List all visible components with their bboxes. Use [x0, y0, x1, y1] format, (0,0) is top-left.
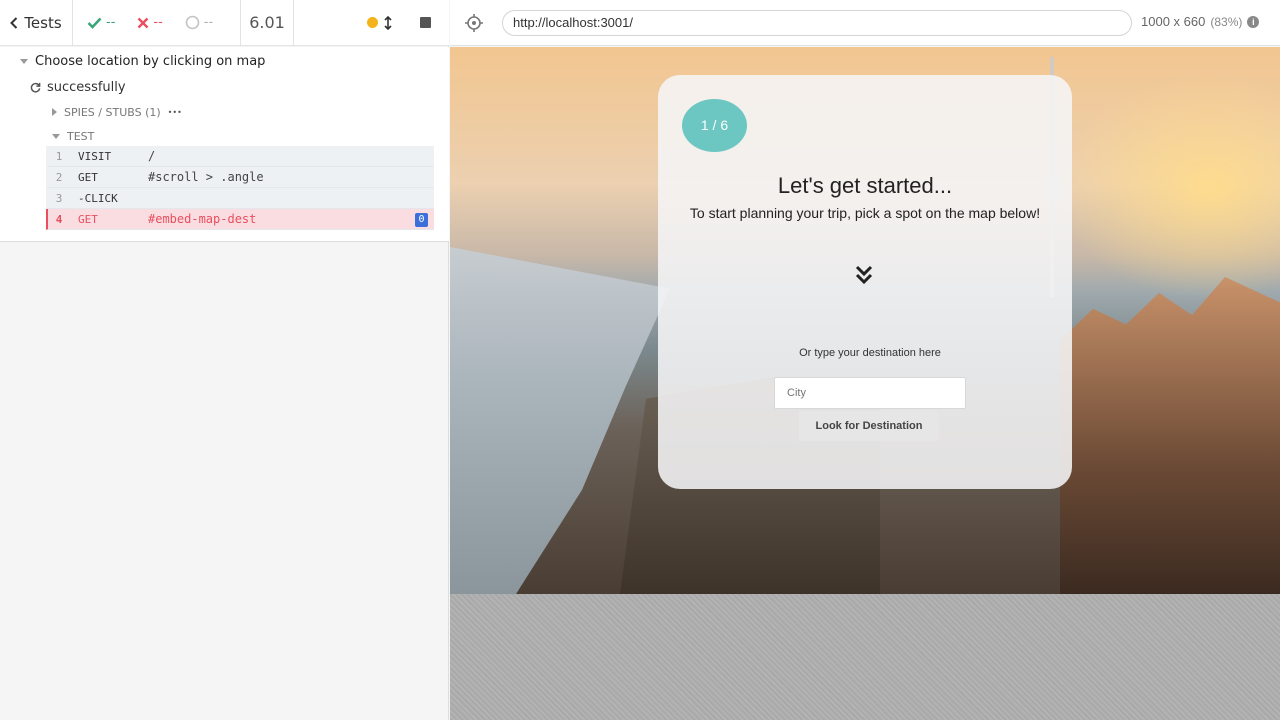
viewport-info: 1000 x 660 (83%) i	[1141, 14, 1260, 29]
duration: 6.01	[241, 0, 294, 45]
element-count-badge: 0	[415, 213, 428, 227]
suite-title-row[interactable]: Choose location by clicking on map	[20, 50, 265, 72]
failed-count: --	[153, 15, 163, 30]
crosshair-icon[interactable]	[464, 13, 484, 33]
double-chevron-down-icon[interactable]	[854, 263, 874, 287]
onboarding-card: 1 / 6 Let's get started... To start plan…	[658, 75, 1072, 489]
auto-scroll-toggle-icon[interactable]	[384, 15, 392, 30]
reporter-panel: Tests -- -- -- 6.01 Choose location by c…	[0, 0, 449, 720]
spies-stubs-row[interactable]: SPIES / STUBS (1) •••	[52, 101, 182, 123]
command-name: VISIT	[78, 149, 112, 163]
collapse-triangle-icon	[52, 133, 60, 139]
stop-icon[interactable]	[420, 17, 431, 28]
command-name: -CLICK	[78, 191, 118, 205]
test-section-row[interactable]: TEST	[52, 125, 94, 147]
command-number: 1	[55, 149, 63, 163]
pending-stat: --	[185, 15, 213, 30]
aut-header: http://localhost:3001/ 1000 x 660 (83%) …	[450, 0, 1280, 46]
collapse-triangle-icon	[20, 58, 28, 64]
failed-stat: --	[137, 15, 163, 30]
info-icon[interactable]: i	[1247, 15, 1260, 28]
command-number: 3	[55, 191, 63, 205]
command-name: GET	[78, 170, 98, 184]
more-dots-icon: •••	[167, 107, 182, 117]
background-city	[1060, 277, 1280, 594]
aut-empty-area	[450, 594, 1280, 720]
command-message: #scroll > .angle	[148, 170, 264, 184]
pending-count: --	[203, 15, 214, 30]
chevron-left-icon	[10, 16, 18, 29]
pending-circle-icon	[185, 15, 200, 30]
suite-title: Choose location by clicking on map	[35, 53, 266, 69]
command-message: /	[148, 149, 156, 163]
tests-label: Tests	[24, 13, 62, 32]
reporter-header: Tests -- -- -- 6.01	[0, 0, 449, 46]
passed-count: --	[106, 15, 116, 30]
look-for-destination-button[interactable]: Look for Destination	[799, 411, 939, 441]
stats-bar: -- -- --	[73, 0, 241, 45]
step-indicator: 1 / 6	[682, 99, 747, 152]
command-message: #embed-map-dest	[148, 212, 257, 226]
check-icon	[87, 17, 102, 29]
running-indicator-icon	[367, 17, 378, 28]
url-bar[interactable]: http://localhost:3001/	[502, 10, 1132, 36]
command-log: 1 VISIT / 2 GET #scroll > .angle 3 -CLIC…	[46, 146, 434, 230]
command-row[interactable]: 1 VISIT /	[46, 146, 434, 167]
command-row-failed[interactable]: 4 GET #embed-map-dest 0	[46, 209, 434, 230]
expand-triangle-icon	[52, 108, 57, 116]
runnable-list: Choose location by clicking on map succe…	[0, 47, 449, 242]
refresh-icon	[30, 82, 41, 92]
test-title: successfully	[47, 79, 126, 95]
run-controls	[294, 0, 449, 45]
app-under-test-frame: 1 / 6 Let's get started... To start plan…	[450, 47, 1280, 594]
spies-stubs-label: SPIES / STUBS (1)	[64, 105, 161, 119]
viewport-scale: (83%)	[1210, 14, 1243, 29]
test-title-row[interactable]: successfully	[30, 76, 126, 98]
command-number: 2	[55, 170, 63, 184]
or-type-destination-text: Or type your destination here	[799, 347, 941, 359]
city-input[interactable]	[774, 377, 966, 409]
passed-stat: --	[87, 15, 115, 30]
command-name: GET	[78, 212, 98, 226]
command-row[interactable]: 3 -CLICK	[46, 188, 434, 209]
card-subtitle: To start planning your trip, pick a spot…	[689, 205, 1041, 221]
command-number: 4	[55, 212, 63, 226]
command-row[interactable]: 2 GET #scroll > .angle	[46, 167, 434, 188]
test-section-label: TEST	[67, 129, 95, 143]
tests-button[interactable]: Tests	[0, 0, 73, 45]
card-title: Let's get started...	[777, 173, 953, 198]
x-icon	[138, 17, 149, 28]
viewport-size: 1000 x 660	[1141, 14, 1206, 29]
